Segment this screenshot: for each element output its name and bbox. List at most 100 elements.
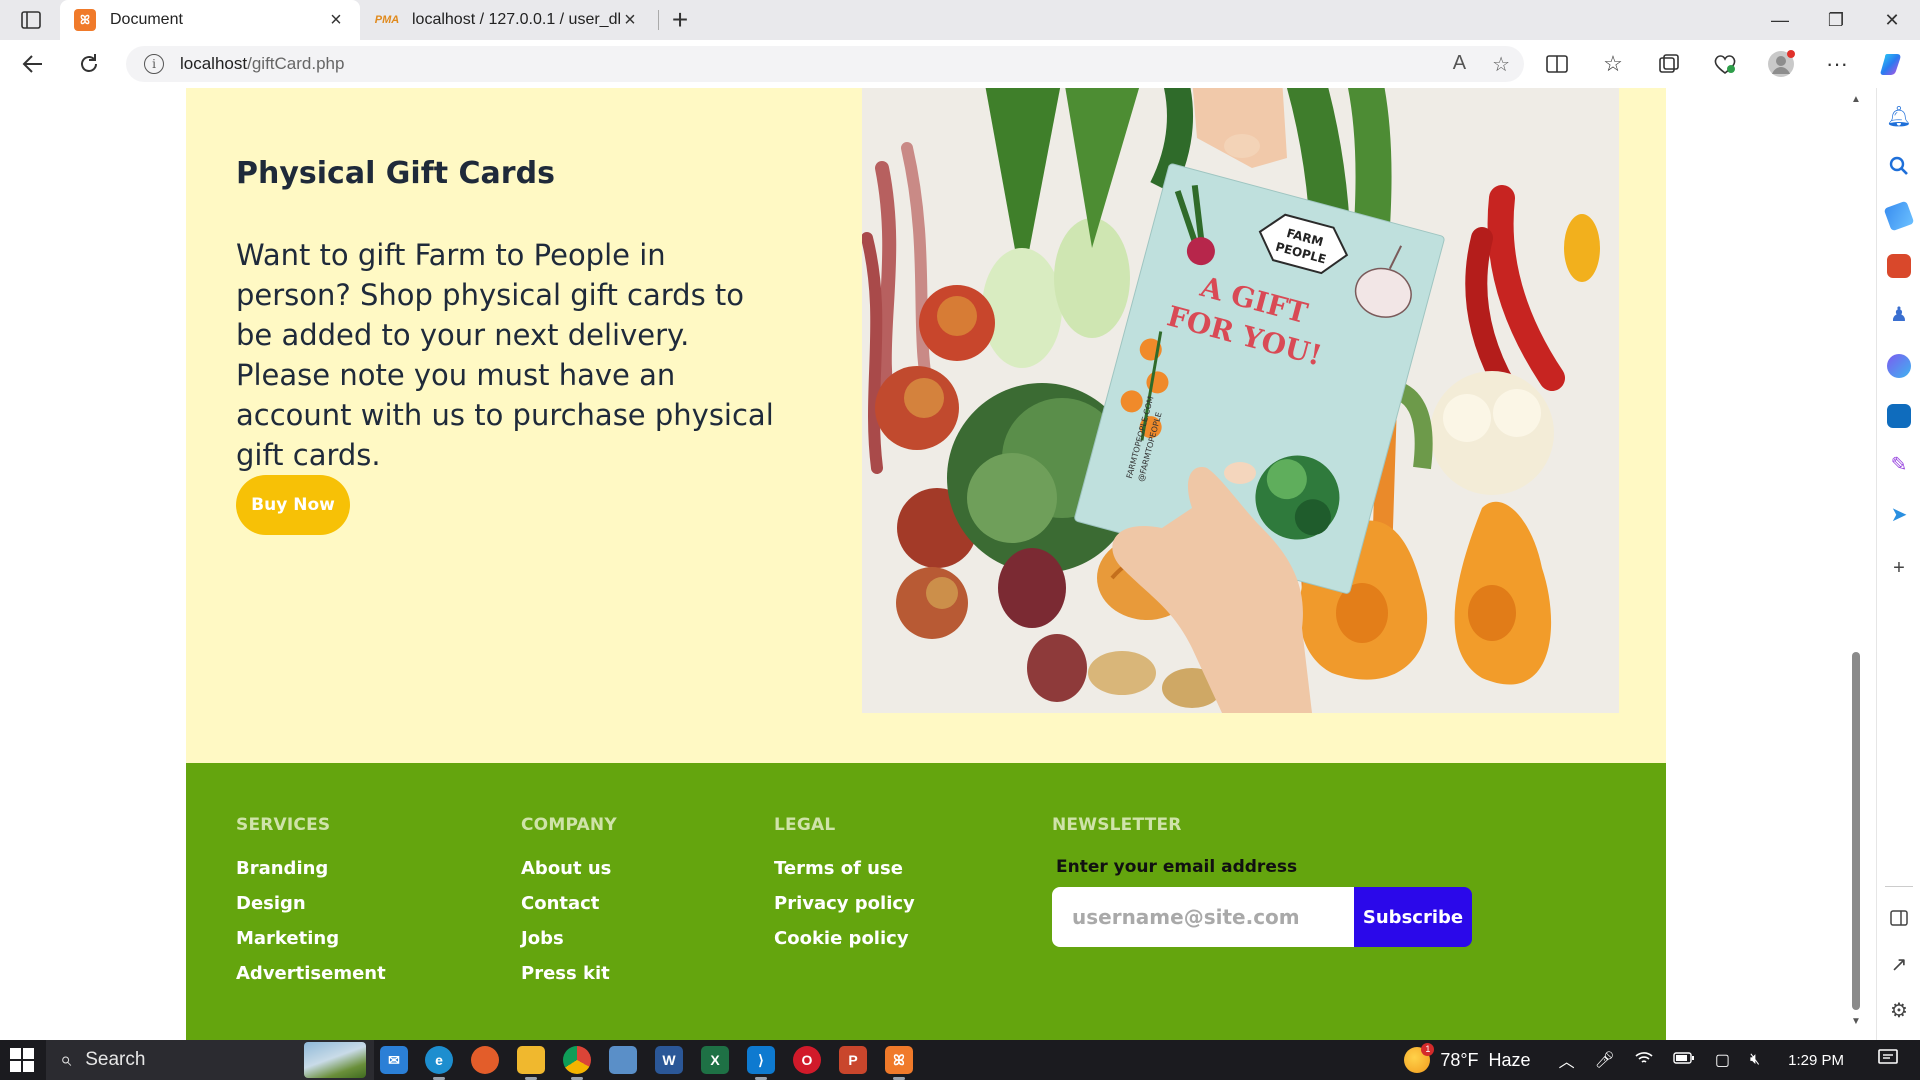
url-text: localhost/giftCard.php: [180, 54, 344, 74]
tab-actions-icon[interactable]: [12, 8, 50, 32]
url-host: localhost: [180, 54, 248, 73]
chrome-app-icon[interactable]: [563, 1046, 591, 1080]
tools-icon[interactable]: [1887, 254, 1911, 278]
site-footer: SERVICES Branding Design Marketing Adver…: [186, 763, 1666, 1040]
new-tab-button[interactable]: +: [664, 4, 696, 36]
tab-title: Document: [110, 11, 183, 28]
browser-toolbar: i localhost/giftCard.php A ☆ ☆ ···: [0, 40, 1920, 88]
scrollbar-thumb[interactable]: [1852, 652, 1860, 1010]
excel-app-icon[interactable]: X: [701, 1046, 729, 1074]
powerpoint-app-icon[interactable]: P: [839, 1046, 867, 1074]
split-screen-icon[interactable]: [1540, 48, 1574, 80]
profile-avatar[interactable]: [1764, 48, 1798, 80]
footer-link-design[interactable]: Design: [236, 892, 386, 915]
file-explorer-icon[interactable]: [517, 1046, 545, 1080]
favorites-icon[interactable]: ☆: [1596, 48, 1630, 80]
notifications-bell-icon[interactable]: 🔔︎: [1885, 102, 1913, 130]
footer-link-jobs[interactable]: Jobs: [521, 927, 617, 950]
tab-divider: [658, 10, 659, 30]
restore-button[interactable]: ❐: [1808, 0, 1864, 40]
close-tab-icon[interactable]: ×: [620, 9, 640, 32]
window-controls: — ❐ ✕: [1752, 0, 1920, 40]
site-info-icon[interactable]: i: [144, 54, 164, 74]
weather-condition[interactable]: Haze: [1489, 1050, 1531, 1071]
footer-link-advertisement[interactable]: Advertisement: [236, 962, 386, 985]
newsletter-email-input[interactable]: [1052, 887, 1354, 947]
hide-sidebar-icon[interactable]: [1885, 904, 1913, 932]
subscribe-button[interactable]: Subscribe: [1354, 887, 1472, 947]
outlook-icon[interactable]: [1887, 404, 1911, 428]
footer-link-press-kit[interactable]: Press kit: [521, 962, 617, 985]
tab-title: localhost / 127.0.0.1 / user_db / u: [412, 11, 620, 28]
footer-heading: LEGAL: [774, 815, 836, 835]
collections-icon[interactable]: [1652, 48, 1686, 80]
footer-heading: COMPANY: [521, 815, 617, 835]
mail-app-icon[interactable]: ✉: [380, 1046, 408, 1074]
url-path: /giftCard.php: [247, 54, 345, 73]
open-in-window-icon[interactable]: ↗: [1885, 950, 1913, 978]
more-options-icon[interactable]: ···: [1820, 48, 1854, 80]
search-icon: ⌕: [60, 1048, 72, 1071]
opera-app-icon[interactable]: O: [793, 1046, 821, 1074]
weather-icon[interactable]: 1: [1404, 1043, 1435, 1073]
gift-card-photo: FARM PEOPLE A GIFT FOR YOU! FARMTOPEOPLE…: [862, 88, 1619, 713]
sidebar-divider: [1885, 886, 1913, 887]
weather-badge: 1: [1421, 1043, 1435, 1056]
tray-overflow-chevron-icon[interactable]: ︿: [1559, 1048, 1575, 1072]
word-app-icon[interactable]: W: [655, 1046, 683, 1074]
clock-time[interactable]: 1:29 PM: [1788, 1052, 1844, 1069]
microsoft-365-icon[interactable]: [1887, 354, 1911, 378]
close-window-button[interactable]: ✕: [1864, 0, 1920, 40]
refresh-button[interactable]: [72, 48, 106, 80]
designer-icon[interactable]: ✎: [1885, 450, 1913, 478]
footer-newsletter: NEWSLETTER Enter your email address Subs…: [1052, 815, 1472, 947]
edge-app-icon[interactable]: e: [425, 1046, 453, 1080]
footer-link-contact[interactable]: Contact: [521, 892, 617, 915]
settings-gear-icon[interactable]: ⚙: [1885, 996, 1913, 1024]
tab-phpmyadmin[interactable]: PMA localhost / 127.0.0.1 / user_db / u …: [362, 0, 654, 40]
wifi-icon[interactable]: [1635, 1051, 1653, 1070]
close-tab-icon[interactable]: ×: [326, 9, 346, 32]
battery-icon[interactable]: [1673, 1051, 1695, 1069]
footer-link-marketing[interactable]: Marketing: [236, 927, 386, 950]
tab-document[interactable]: ꕤ Document ×: [60, 0, 360, 40]
notepad-app-icon[interactable]: [609, 1046, 637, 1074]
section-description: Want to gift Farm to People in person? S…: [236, 238, 774, 472]
edge-sidebar: 🔔︎ ♟ ✎ ➤ + ↗ ⚙: [1876, 88, 1920, 1040]
buy-now-button[interactable]: Buy Now: [236, 475, 350, 535]
send-icon[interactable]: ➤: [1885, 500, 1913, 528]
notifications-icon[interactable]: [1878, 1048, 1898, 1072]
back-button[interactable]: [16, 48, 50, 80]
physical-gift-card-section: Physical Gift Cards Want to gift Farm to…: [186, 88, 1666, 763]
shopping-tag-icon[interactable]: [1883, 200, 1915, 232]
address-bar[interactable]: i localhost/giftCard.php A ☆: [126, 46, 1524, 82]
scroll-down-arrow-icon[interactable]: ▼: [1848, 1016, 1864, 1027]
microphone-icon[interactable]: 🎤︎: [1595, 1050, 1615, 1070]
xampp-app-icon[interactable]: ꕤ: [885, 1046, 913, 1080]
footer-link-about-us[interactable]: About us: [521, 857, 617, 880]
taskbar-search[interactable]: ⌕ Search: [46, 1040, 374, 1080]
firefox-app-icon[interactable]: [471, 1046, 499, 1074]
footer-link-branding[interactable]: Branding: [236, 857, 386, 880]
xampp-icon: ꕤ: [74, 9, 96, 31]
phpmyadmin-icon: PMA: [374, 14, 400, 26]
search-icon[interactable]: [1885, 152, 1913, 180]
footer-services: SERVICES Branding Design Marketing Adver…: [236, 815, 386, 997]
favorite-star-icon[interactable]: ☆: [1492, 52, 1510, 77]
copilot-icon[interactable]: [1876, 48, 1910, 80]
footer-legal: LEGAL Terms of use Privacy policy Cookie…: [774, 815, 915, 962]
weather-temp[interactable]: 78°F: [1440, 1050, 1478, 1071]
browser-essentials-icon[interactable]: [1708, 48, 1742, 80]
speaker-muted-icon[interactable]: 🔇︎: [1750, 1051, 1760, 1069]
scroll-up-arrow-icon[interactable]: ▲: [1848, 94, 1864, 105]
windows-start-icon[interactable]: [10, 1048, 36, 1072]
vscode-app-icon[interactable]: ⟩: [747, 1046, 775, 1080]
minimize-button[interactable]: —: [1752, 0, 1808, 40]
read-aloud-icon[interactable]: A: [1453, 52, 1466, 77]
footer-link-terms[interactable]: Terms of use: [774, 857, 915, 880]
footer-link-privacy[interactable]: Privacy policy: [774, 892, 915, 915]
display-icon[interactable]: ▢: [1715, 1050, 1730, 1070]
games-icon[interactable]: ♟: [1885, 300, 1913, 328]
add-sidebar-app-icon[interactable]: +: [1885, 554, 1913, 582]
footer-link-cookie[interactable]: Cookie policy: [774, 927, 915, 950]
